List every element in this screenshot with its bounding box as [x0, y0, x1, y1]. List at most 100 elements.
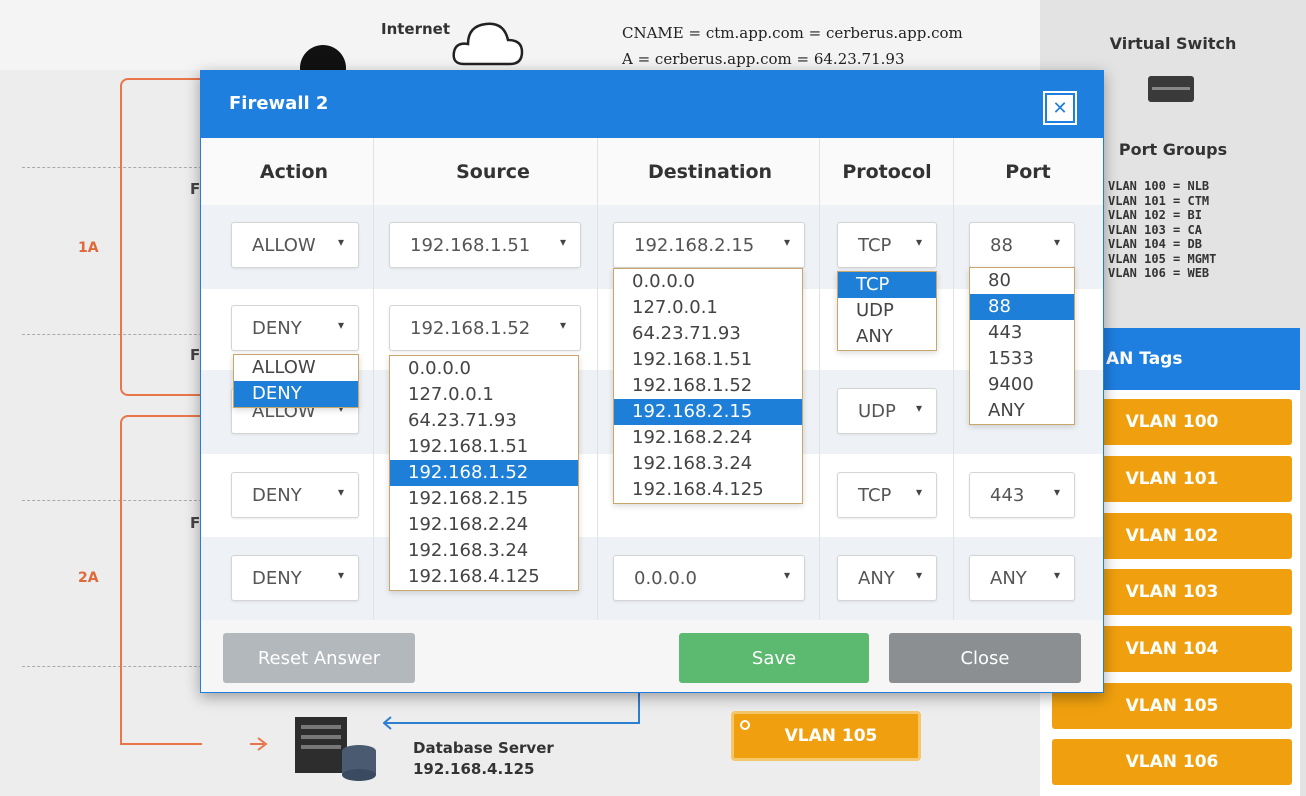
close-icon[interactable]: ✕	[1045, 93, 1075, 123]
chevron-down-icon: ▾	[915, 235, 922, 249]
chevron-down-icon: ▾	[1053, 235, 1060, 249]
dropdown-option[interactable]: 192.168.4.125	[390, 564, 578, 590]
dropdown-option[interactable]: 192.168.2.24	[614, 425, 802, 451]
select-value: UDP	[858, 400, 896, 422]
dropdown-option[interactable]: 192.168.4.125	[614, 477, 802, 503]
chevron-down-icon: ▾	[915, 401, 922, 415]
database-server-ip: 192.168.4.125	[413, 760, 535, 778]
rule-5-port-select[interactable]: ANY ▾	[969, 555, 1075, 601]
dropdown-option-selected[interactable]: TCP	[838, 272, 936, 298]
chevron-down-icon: ▾	[337, 485, 344, 499]
rule-5-destination-select[interactable]: 0.0.0.0 ▾	[613, 555, 805, 601]
firewall-label-peek: F	[190, 514, 201, 532]
rule-3-protocol-select[interactable]: UDP ▾	[837, 388, 937, 434]
dropdown-option[interactable]: 127.0.0.1	[390, 382, 578, 408]
vlan-105-label: VLAN 105	[784, 726, 878, 746]
port-group-item: VLAN 105 = MGMT	[1108, 251, 1217, 266]
select-value: ANY	[990, 567, 1027, 589]
rule-1-action-select[interactable]: ALLOW ▾	[231, 222, 359, 268]
select-value: DENY	[252, 484, 302, 506]
rule-4-action-select[interactable]: DENY ▾	[231, 472, 359, 518]
port-dropdown-list: 80 88 443 1533 9400 ANY	[969, 267, 1075, 425]
rule-4-port-select[interactable]: 443 ▾	[969, 472, 1075, 518]
rule-2-source-select[interactable]: 192.168.1.52 ▾	[389, 305, 581, 351]
dns-record-cname: CNAME = ctm.app.com = cerberus.app.com	[622, 24, 963, 42]
column-header-action: Action	[259, 161, 329, 183]
column-header-source: Source	[456, 161, 530, 183]
save-button[interactable]: Save	[679, 633, 869, 683]
segment-label-1a: 1A	[78, 240, 99, 256]
port-group-item: VLAN 106 = WEB	[1108, 266, 1210, 280]
dropdown-option-selected[interactable]: 88	[970, 294, 1074, 320]
select-value: 192.168.1.52	[410, 317, 531, 339]
dropdown-option[interactable]: 192.168.2.15	[390, 486, 578, 512]
dropdown-option[interactable]: UDP	[838, 298, 936, 324]
rule-5-action-select[interactable]: DENY ▾	[231, 555, 359, 601]
port-group-item: VLAN 103 = CA	[1108, 222, 1202, 237]
port-groups-list: VLAN 100 = NLB VLAN 101 = CTM VLAN 102 =…	[1108, 179, 1216, 281]
rule-1-destination-select[interactable]: 192.168.2.15 ▾	[613, 222, 805, 268]
select-value: ANY	[858, 567, 895, 589]
dropdown-option-selected[interactable]: 192.168.1.52	[390, 460, 578, 486]
dropdown-option[interactable]: 192.168.3.24	[390, 538, 578, 564]
database-server-label: Database Server 192.168.4.125	[413, 738, 554, 780]
virtual-switch-title: Virtual Switch	[1109, 34, 1237, 53]
dropdown-option-selected[interactable]: DENY	[234, 381, 358, 407]
vlan-tag-106[interactable]: VLAN 106	[1052, 739, 1292, 785]
vlan-105-assigned[interactable]: VLAN 105	[731, 711, 921, 761]
rule-2-action-select[interactable]: DENY ▾	[231, 305, 359, 351]
column-divider	[953, 138, 954, 620]
rule-1-source-select[interactable]: 192.168.1.51 ▾	[389, 222, 581, 268]
port-group-item: VLAN 100 = NLB	[1108, 179, 1210, 193]
cloud-icon	[452, 22, 524, 66]
dropdown-option[interactable]: ALLOW	[234, 355, 358, 381]
dropdown-option[interactable]: 64.23.71.93	[390, 408, 578, 434]
rule-1-port-select[interactable]: 88 ▾	[969, 222, 1075, 268]
dropdown-option[interactable]: ANY	[970, 398, 1074, 424]
port-group-item: VLAN 104 = DB	[1108, 237, 1202, 251]
column-divider	[819, 138, 820, 620]
dropdown-option[interactable]: 127.0.0.1	[614, 295, 802, 321]
rule-4-protocol-select[interactable]: TCP ▾	[837, 472, 937, 518]
protocol-dropdown-list: TCP UDP ANY	[837, 271, 937, 351]
select-value: TCP	[858, 234, 892, 256]
rule-5-protocol-select[interactable]: ANY ▾	[837, 555, 937, 601]
select-value: DENY	[252, 317, 302, 339]
chevron-down-icon: ▾	[1053, 568, 1060, 582]
firewall-dialog: Firewall 2 ✕ Action Source Destination P…	[200, 70, 1104, 693]
dropdown-option[interactable]: 80	[970, 268, 1074, 294]
chevron-down-icon: ▾	[915, 485, 922, 499]
arrow-right-icon	[250, 737, 268, 751]
close-button[interactable]: Close	[889, 633, 1081, 683]
reset-answer-button[interactable]: Reset Answer	[223, 633, 415, 683]
dropdown-option[interactable]: 192.168.1.51	[614, 347, 802, 373]
dropdown-option[interactable]: 0.0.0.0	[390, 356, 578, 382]
dropdown-option[interactable]: 443	[970, 320, 1074, 346]
select-value: 0.0.0.0	[634, 567, 697, 589]
select-value: TCP	[858, 484, 892, 506]
arrow-left-icon	[383, 716, 399, 730]
dropdown-option[interactable]: 192.168.1.52	[614, 373, 802, 399]
dropdown-option[interactable]: 192.168.1.51	[390, 434, 578, 460]
dropdown-option[interactable]: 1533	[970, 346, 1074, 372]
connector-2a	[120, 415, 202, 745]
rule-1-protocol-select[interactable]: TCP ▾	[837, 222, 937, 268]
column-divider	[373, 138, 374, 620]
column-divider	[597, 138, 598, 620]
dropdown-option[interactable]: 0.0.0.0	[614, 269, 802, 295]
firewall-label-peek: F	[190, 346, 201, 364]
dropdown-option[interactable]: 192.168.2.24	[390, 512, 578, 538]
switch-icon	[1148, 76, 1194, 102]
chevron-down-icon: ▾	[783, 568, 790, 582]
chevron-down-icon: ▾	[559, 235, 566, 249]
select-value: 443	[990, 484, 1025, 506]
database-server-icon	[295, 717, 376, 781]
dropdown-option[interactable]: 64.23.71.93	[614, 321, 802, 347]
dropdown-option[interactable]: ANY	[838, 324, 936, 350]
dropdown-option-selected[interactable]: 192.168.2.15	[614, 399, 802, 425]
dropdown-option[interactable]: 192.168.3.24	[614, 451, 802, 477]
column-header-destination: Destination	[647, 161, 773, 183]
firewall-label-peek: F	[190, 180, 201, 198]
select-value: ALLOW	[252, 234, 316, 256]
dropdown-option[interactable]: 9400	[970, 372, 1074, 398]
